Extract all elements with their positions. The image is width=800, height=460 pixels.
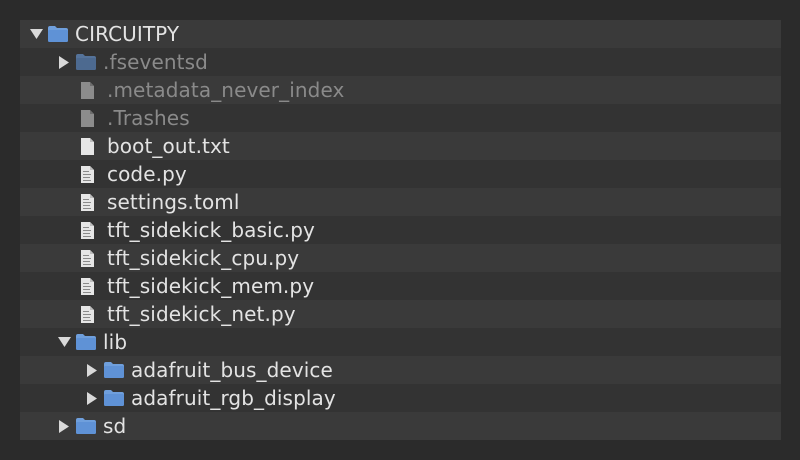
tree-row-tft-sidekick-cpu[interactable]: tft_sidekick_cpu.py — [20, 244, 781, 272]
tree-item-label: tft_sidekick_cpu.py — [107, 246, 300, 270]
file-icon — [80, 109, 94, 127]
tree-item-label: settings.toml — [107, 190, 240, 214]
tree-row-sd[interactable]: sd — [20, 412, 781, 440]
file-icon — [80, 81, 94, 99]
tree-item-label: code.py — [107, 162, 187, 186]
tree-item-label: tft_sidekick_basic.py — [107, 218, 315, 242]
tree-item-label: tft_sidekick_net.py — [107, 302, 296, 326]
folder-icon — [104, 361, 124, 379]
text-file-icon — [80, 137, 94, 155]
folder-icon — [76, 53, 96, 71]
tree-row-lib[interactable]: lib — [20, 328, 781, 356]
tree-item-label: adafruit_bus_device — [131, 358, 333, 382]
chevron-right-icon[interactable] — [57, 54, 71, 70]
chevron-down-icon[interactable] — [57, 334, 71, 350]
tree-row-tft-sidekick-mem[interactable]: tft_sidekick_mem.py — [20, 272, 781, 300]
script-file-icon — [80, 221, 94, 239]
tree-row-circuitpy[interactable]: CIRCUITPY — [20, 20, 781, 48]
script-file-icon — [80, 193, 94, 211]
tree-item-label: .metadata_never_index — [107, 78, 345, 102]
tree-row-trashes[interactable]: .Trashes — [20, 104, 781, 132]
tree-item-label: CIRCUITPY — [75, 22, 180, 46]
tree-row-metadata-never-index[interactable]: .metadata_never_index — [20, 76, 781, 104]
chevron-right-icon[interactable] — [85, 362, 99, 378]
tree-row-tft-sidekick-net[interactable]: tft_sidekick_net.py — [20, 300, 781, 328]
chevron-right-icon[interactable] — [57, 418, 71, 434]
script-file-icon — [80, 305, 94, 323]
chevron-right-icon[interactable] — [85, 390, 99, 406]
script-file-icon — [80, 277, 94, 295]
folder-icon — [104, 389, 124, 407]
tree-item-label: .fseventsd — [103, 50, 208, 74]
tree-row-tft-sidekick-basic[interactable]: tft_sidekick_basic.py — [20, 216, 781, 244]
tree-row-settings-toml[interactable]: settings.toml — [20, 188, 781, 216]
script-file-icon — [80, 249, 94, 267]
tree-row-boot-out-txt[interactable]: boot_out.txt — [20, 132, 781, 160]
tree-row-fseventsd[interactable]: .fseventsd — [20, 48, 781, 76]
tree-item-label: lib — [103, 330, 128, 354]
folder-icon — [76, 417, 96, 435]
tree-item-label: boot_out.txt — [107, 134, 230, 158]
script-file-icon — [80, 165, 94, 183]
tree-item-label: tft_sidekick_mem.py — [107, 274, 315, 298]
tree-row-adafruit-rgb-display[interactable]: adafruit_rgb_display — [20, 384, 781, 412]
file-tree: CIRCUITPY .fseventsd .metadata_never_ind… — [20, 20, 781, 440]
folder-icon — [48, 25, 68, 43]
tree-item-label: adafruit_rgb_display — [131, 386, 336, 410]
tree-item-label: .Trashes — [107, 106, 190, 130]
tree-row-code-py[interactable]: code.py — [20, 160, 781, 188]
folder-icon — [76, 333, 96, 351]
tree-row-adafruit-bus-device[interactable]: adafruit_bus_device — [20, 356, 781, 384]
tree-item-label: sd — [103, 414, 127, 438]
chevron-down-icon[interactable] — [29, 26, 43, 42]
